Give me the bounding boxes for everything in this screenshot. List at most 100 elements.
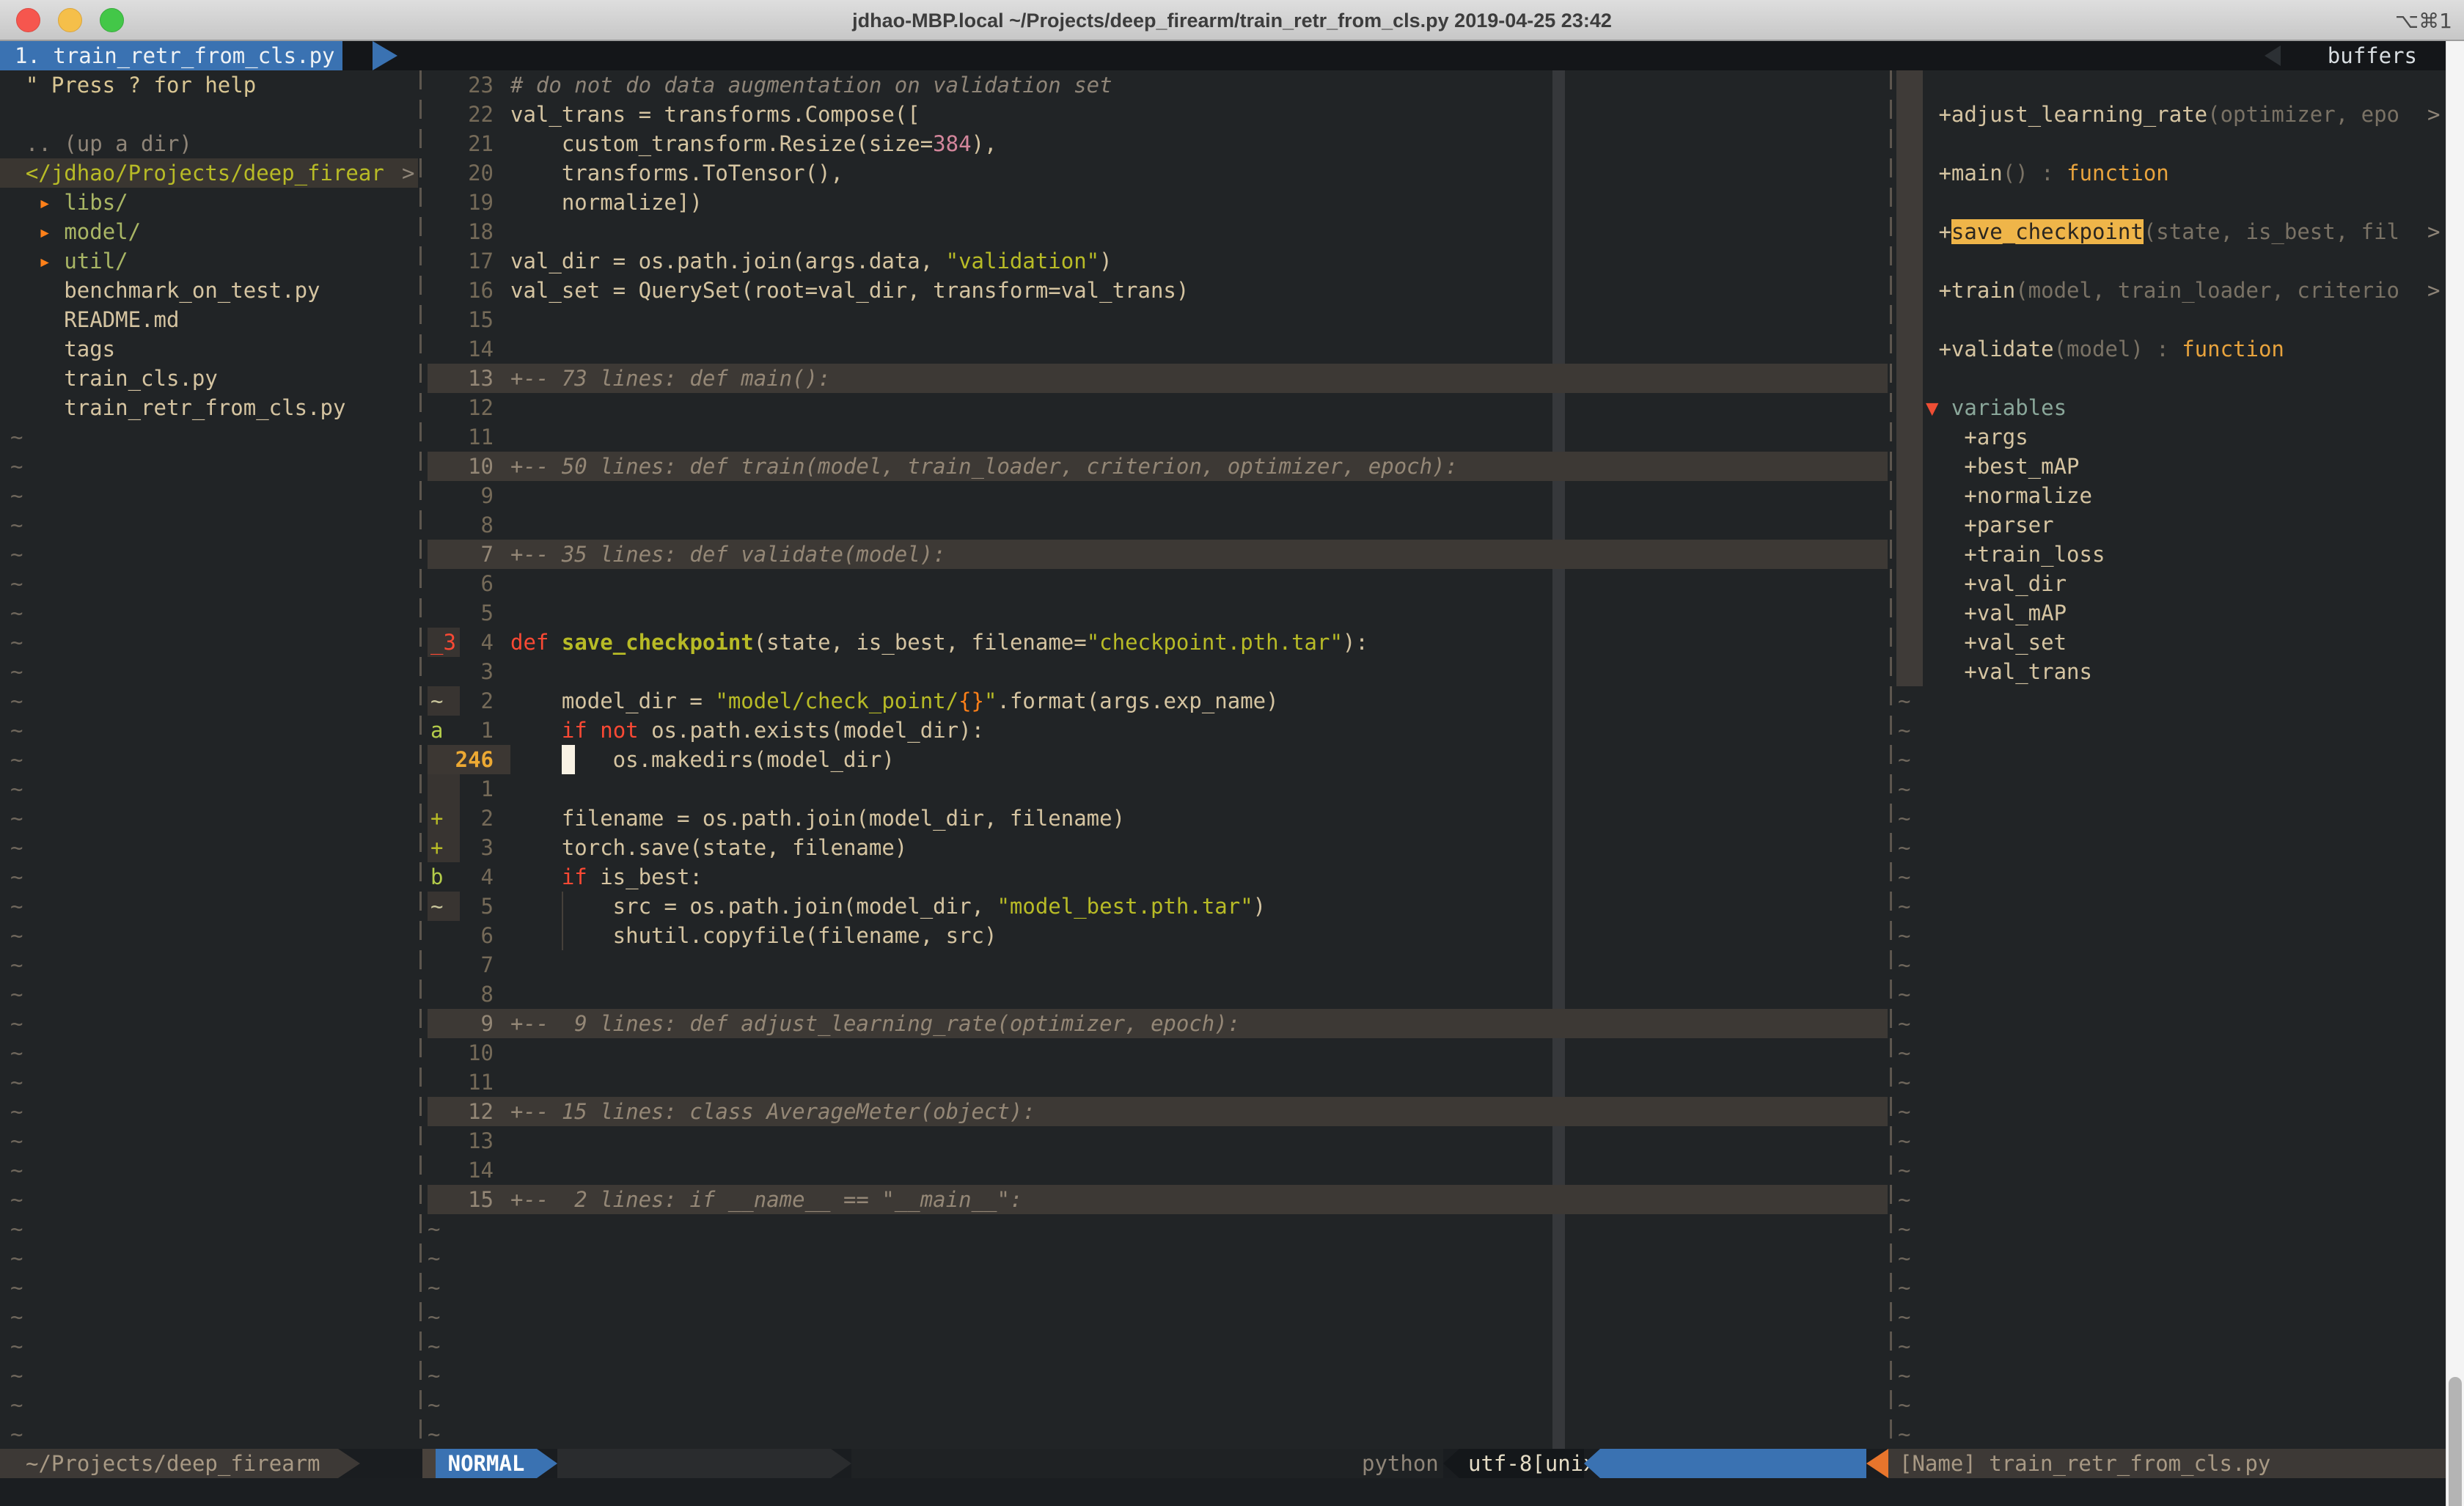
code-line[interactable]: 11 [418,1068,1888,1097]
empty-line[interactable]: ~ [0,569,418,598]
empty-line[interactable]: ~ [1888,1361,2464,1390]
nerdtree-row[interactable]: ▸ libs/ [0,188,418,217]
empty-line[interactable]: ~ [0,598,418,628]
code-line[interactable]: 20 transforms.ToTensor(), [418,158,1888,188]
empty-line[interactable]: ~ [0,921,418,950]
tagbar-item[interactable]: +val_trans [1888,657,2464,686]
code-line[interactable]: 10+-- 50 lines: def train(model, train_l… [418,452,1888,481]
tagbar-item[interactable]: +main() : function [1888,158,2464,188]
empty-line[interactable]: ~ [0,1038,418,1068]
empty-line[interactable]: ~ [0,1302,418,1331]
code-line[interactable]: 246 os.makedirs(model_dir) [418,745,1888,774]
empty-line[interactable]: ~ [1888,716,2464,745]
empty-line[interactable]: ~ [418,1361,1888,1390]
empty-line[interactable]: ~ [0,833,418,862]
empty-line[interactable]: ~ [1888,686,2464,716]
tagbar-item[interactable]: +save_checkpoint(state, is_best, fil> [1888,217,2464,246]
code-line[interactable]: 13 [418,1126,1888,1156]
empty-line[interactable]: ~ [0,950,418,980]
code-line[interactable]: 7 [418,950,1888,980]
code-line[interactable]: ~2 model_dir = "model/check_point/{}".fo… [418,686,1888,716]
code-line[interactable]: 8 [418,980,1888,1009]
code-line[interactable]: _34def save_checkpoint(state, is_best, f… [418,628,1888,657]
nerdtree-row[interactable]: </jdhao/Projects/deep_firear> [0,158,418,188]
empty-line[interactable]: ~ [0,481,418,510]
empty-line[interactable]: ~ [0,686,418,716]
empty-line[interactable]: ~ [1888,1273,2464,1302]
empty-line[interactable]: ~ [0,1244,418,1273]
code-line[interactable]: +3 torch.save(state, filename) [418,833,1888,862]
empty-line[interactable]: ~ [0,804,418,833]
empty-line[interactable]: ~ [0,422,418,452]
empty-line[interactable]: ~ [1888,1331,2464,1361]
empty-line[interactable]: ~ [0,1068,418,1097]
empty-line[interactable]: ~ [418,1419,1888,1449]
code-line[interactable]: b4 if is_best: [418,862,1888,892]
empty-line[interactable]: ~ [0,862,418,892]
tagbar-item[interactable]: +parser [1888,510,2464,540]
code-line[interactable]: 18 [418,217,1888,246]
code-line[interactable]: +2 filename = os.path.join(model_dir, fi… [418,804,1888,833]
empty-line[interactable]: ~ [0,774,418,804]
empty-line[interactable]: ~ [0,980,418,1009]
command-line[interactable] [0,1478,2464,1506]
code-line[interactable]: 17val_dir = os.path.join(args.data, "val… [418,246,1888,276]
empty-line[interactable]: ~ [1888,1009,2464,1038]
code-line[interactable]: 13+-- 73 lines: def main(): [418,364,1888,393]
nerdtree-row[interactable]: train_retr_from_cls.py [0,393,418,422]
fold-text[interactable]: +-- 15 lines: class AverageMeter(object)… [510,1097,1035,1126]
code-line[interactable]: 12 [418,393,1888,422]
empty-line[interactable]: ~ [0,1419,418,1449]
empty-line[interactable]: ~ [1888,774,2464,804]
empty-line[interactable]: ~ [0,1156,418,1185]
code-line[interactable]: a1 if not os.path.exists(model_dir): [418,716,1888,745]
fold-text[interactable]: +-- 73 lines: def main(): [510,364,831,393]
code-line[interactable]: 12+-- 15 lines: class AverageMeter(objec… [418,1097,1888,1126]
nerdtree-row[interactable]: tags [0,334,418,364]
empty-line[interactable]: ~ [1888,1038,2464,1068]
empty-line[interactable]: ~ [1888,1126,2464,1156]
empty-line[interactable]: ~ [1888,892,2464,921]
fold-text[interactable]: +-- 50 lines: def train(model, train_loa… [510,452,1458,481]
empty-line[interactable]: ~ [0,540,418,569]
empty-line[interactable]: ~ [1888,745,2464,774]
code-line[interactable]: 6 shutil.copyfile(filename, src) [418,921,1888,950]
nerdtree-row[interactable]: train_cls.py [0,364,418,393]
scrollbar-track[interactable] [2446,41,2464,1506]
window-separator-left[interactable] [419,70,422,1449]
code-line[interactable]: 14 [418,334,1888,364]
empty-line[interactable]: ~ [418,1244,1888,1273]
tagbar-item[interactable]: +train_loss [1888,540,2464,569]
empty-line[interactable]: ~ [1888,1156,2464,1185]
nerdtree-row[interactable]: ▸ util/ [0,246,418,276]
code-line[interactable]: 23# do not do data augmentation on valid… [418,70,1888,100]
nerdtree-row[interactable]: benchmark_on_test.py [0,276,418,305]
empty-line[interactable]: ~ [0,1273,418,1302]
empty-line[interactable]: ~ [1888,1244,2464,1273]
code-line[interactable]: 16val_set = QuerySet(root=val_dir, trans… [418,276,1888,305]
code-line[interactable]: ~5 src = os.path.join(model_dir, "model_… [418,892,1888,921]
empty-line[interactable]: ~ [1888,1068,2464,1097]
tagbar-item[interactable]: +adjust_learning_rate(optimizer, epo> [1888,100,2464,129]
code-line[interactable]: 6 [418,569,1888,598]
empty-line[interactable]: ~ [418,1214,1888,1244]
empty-line[interactable]: ~ [418,1331,1888,1361]
empty-line[interactable]: ~ [0,657,418,686]
empty-line[interactable]: ~ [0,1361,418,1390]
empty-line[interactable]: ~ [0,628,418,657]
tagbar-item[interactable]: +val_set [1888,628,2464,657]
code-window[interactable]: 23# do not do data augmentation on valid… [418,70,1888,1449]
empty-line[interactable]: ~ [0,745,418,774]
window-separator-right[interactable] [1890,70,1892,1449]
code-line[interactable]: 10 [418,1038,1888,1068]
empty-line[interactable]: ~ [0,892,418,921]
nerdtree-row[interactable]: " Press ? for help [0,70,418,100]
code-line[interactable]: 19 normalize]) [418,188,1888,217]
empty-line[interactable]: ~ [0,1185,418,1214]
empty-line[interactable]: ~ [418,1302,1888,1331]
tagbar-item[interactable]: +validate(model) : function [1888,334,2464,364]
scrollbar-thumb[interactable] [2449,1377,2462,1506]
code-line[interactable]: 3 [418,657,1888,686]
tagbar-item[interactable]: +args [1888,422,2464,452]
code-line[interactable]: 11 [418,422,1888,452]
